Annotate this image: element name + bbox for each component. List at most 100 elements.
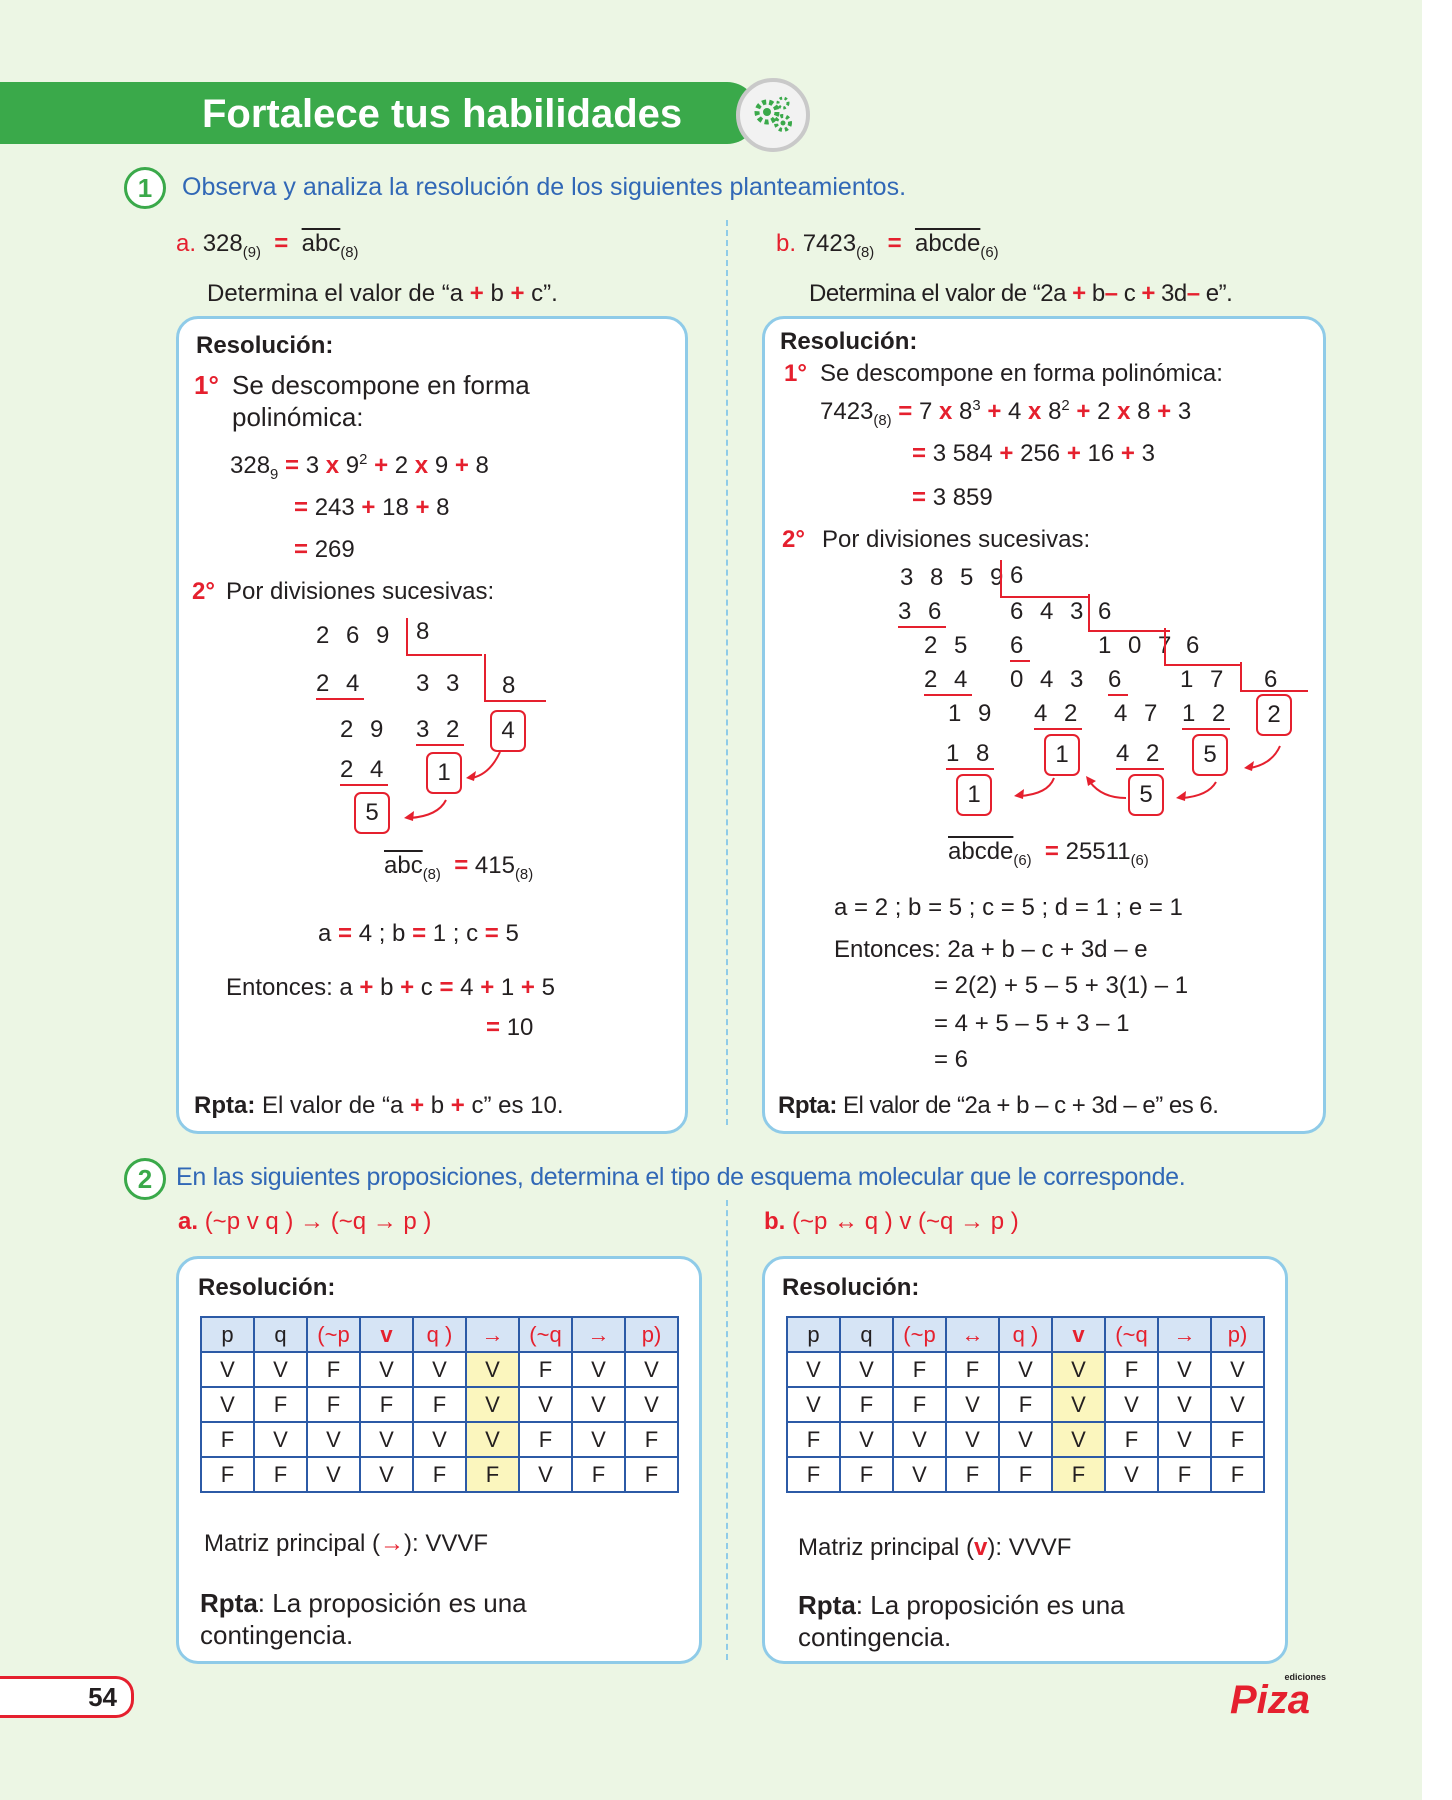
question-1-prompt: Observa y analiza la resolución de los s… bbox=[182, 173, 907, 201]
main-matrix-cell: V bbox=[465, 1421, 520, 1458]
step-2-number: 2° bbox=[192, 578, 215, 605]
logo-text: Piza bbox=[1230, 1678, 1311, 1722]
values-1b: a = 2 ; b = 5 ; c = 5 ; d = 1 ; e = 1 bbox=[834, 894, 1183, 921]
polynomial-line-3: = 3 859 bbox=[912, 484, 993, 511]
table-cell: F bbox=[412, 1456, 467, 1493]
step-1-text-cont: polinómica: bbox=[232, 402, 364, 432]
table-cell: F bbox=[945, 1456, 1000, 1493]
header-cell: q ) bbox=[412, 1316, 467, 1353]
truth-table-2b: p q (~p ↔ q ) v (~q → p) VVFFVVFVV VFFVF… bbox=[786, 1316, 1265, 1493]
step-1-text: Se descompone en forma bbox=[232, 370, 530, 400]
header-cell: v bbox=[359, 1316, 414, 1353]
table-cell: F bbox=[839, 1386, 894, 1423]
divisor: 8 bbox=[502, 672, 516, 699]
table-cell: F bbox=[253, 1386, 308, 1423]
divisor: 6 bbox=[1186, 632, 1200, 659]
table-cell: V bbox=[1157, 1351, 1212, 1388]
table-cell: V bbox=[1157, 1421, 1212, 1458]
table-cell: V bbox=[571, 1351, 626, 1388]
table-cell: V bbox=[945, 1386, 1000, 1423]
table-row: VVFFVVFVV bbox=[786, 1351, 1265, 1388]
header-cell: → bbox=[465, 1316, 520, 1353]
table-cell: F bbox=[786, 1456, 841, 1493]
table-cell: V bbox=[412, 1421, 467, 1458]
remainder: 4 7 bbox=[1114, 700, 1163, 727]
table-cell: V bbox=[998, 1421, 1053, 1458]
remainder: 2 5 bbox=[924, 632, 973, 659]
table-row: FFVFFFVFF bbox=[786, 1456, 1265, 1493]
header-cell: → bbox=[1157, 1316, 1212, 1353]
table-cell: V bbox=[359, 1351, 414, 1388]
table-cell: V bbox=[786, 1386, 841, 1423]
table-cell: V bbox=[839, 1421, 894, 1458]
table-cell: V bbox=[786, 1351, 841, 1388]
reading-arrows bbox=[1014, 745, 1281, 801]
reading-arrows bbox=[404, 751, 501, 821]
step-1-text: Se descompone en forma polinómica: bbox=[820, 360, 1223, 387]
calc-line-1: = 2(2) + 5 – 5 + 3(1) – 1 bbox=[934, 972, 1189, 999]
table-cell: F bbox=[1104, 1351, 1159, 1388]
answer-2a: Rpta: La proposición es una bbox=[200, 1588, 527, 1618]
then-line-1a: Entonces: a + b + c = 4 + 1 + 5 bbox=[226, 974, 555, 1001]
table-cell: V bbox=[839, 1351, 894, 1388]
table-row: FVVVVVFVF bbox=[200, 1421, 679, 1458]
subtraction: 1 8 bbox=[946, 740, 995, 770]
table-cell: F bbox=[1104, 1421, 1159, 1458]
boxed-digit: 2 bbox=[1256, 694, 1292, 736]
table-cell: V bbox=[998, 1351, 1053, 1388]
answer-2a-cont: contingencia. bbox=[200, 1620, 354, 1650]
table-cell: F bbox=[1210, 1421, 1265, 1458]
divisor: 6 bbox=[1264, 666, 1278, 693]
question-number-2: 2 bbox=[124, 1158, 166, 1200]
table-cell: F bbox=[1157, 1456, 1212, 1493]
table-cell: V bbox=[253, 1421, 308, 1458]
header-cell: (~q bbox=[1104, 1316, 1159, 1353]
division-bracket bbox=[1164, 628, 1242, 666]
table-cell: V bbox=[306, 1456, 361, 1493]
step-1-number: 1° bbox=[784, 360, 807, 387]
page-background: Fortalece tus habilidades 1 Observa y an… bbox=[0, 0, 1422, 1800]
table-cell: F bbox=[839, 1456, 894, 1493]
table-row: VVFVVVFVV bbox=[200, 1351, 679, 1388]
table-cell: V bbox=[306, 1421, 361, 1458]
result-1a: abc(8) = 415(8) bbox=[384, 852, 534, 883]
quotient: 3 3 bbox=[416, 670, 465, 697]
table-cell: V bbox=[1210, 1351, 1265, 1388]
calc-line-2: = 4 + 5 – 5 + 3 – 1 bbox=[934, 1010, 1130, 1037]
table-cell: F bbox=[571, 1456, 626, 1493]
table-cell: F bbox=[306, 1386, 361, 1423]
main-matrix-cell: V bbox=[1051, 1386, 1106, 1423]
table-cell: V bbox=[200, 1351, 255, 1388]
remainder: 2 9 bbox=[340, 716, 389, 743]
main-matrix-2a: Matriz principal (→): VVVF bbox=[204, 1530, 489, 1557]
resolution-label-1b: Resolución: bbox=[780, 328, 918, 355]
divisor: 6 bbox=[1010, 562, 1024, 589]
gears-icon bbox=[736, 78, 810, 152]
table-cell: F bbox=[998, 1456, 1053, 1493]
header-cell: (~q bbox=[518, 1316, 573, 1353]
table-cell: V bbox=[1210, 1386, 1265, 1423]
table-cell: V bbox=[518, 1386, 573, 1423]
header-cell: p bbox=[200, 1316, 255, 1353]
header-cell: v bbox=[1051, 1316, 1106, 1353]
answer-2b-cont: contingencia. bbox=[798, 1622, 952, 1652]
step-1-number: 1° bbox=[194, 370, 219, 400]
quotient: 1 7 bbox=[1180, 666, 1229, 693]
polynomial-line-3: = 269 bbox=[294, 536, 355, 563]
table-cell: V bbox=[200, 1386, 255, 1423]
subtraction: 2 4 bbox=[316, 670, 365, 700]
column-divider-2 bbox=[726, 1200, 728, 1660]
table-cell: V bbox=[624, 1386, 679, 1423]
question-number-1: 1 bbox=[124, 167, 166, 209]
header-cell: p) bbox=[1210, 1316, 1265, 1353]
table-cell: F bbox=[892, 1386, 947, 1423]
dividend: 2 6 9 bbox=[316, 622, 395, 649]
table-row: FFVVFFVFF bbox=[200, 1456, 679, 1493]
step-2-number: 2° bbox=[782, 526, 805, 553]
subtraction: 1 2 bbox=[1182, 700, 1231, 730]
main-matrix-cell: V bbox=[465, 1386, 520, 1423]
step-2-text: Por divisiones sucesivas: bbox=[822, 526, 1091, 553]
result-1b: abcde(6) = 25511(6) bbox=[948, 838, 1149, 869]
main-matrix-cell: V bbox=[465, 1351, 520, 1388]
table-cell: F bbox=[624, 1456, 679, 1493]
